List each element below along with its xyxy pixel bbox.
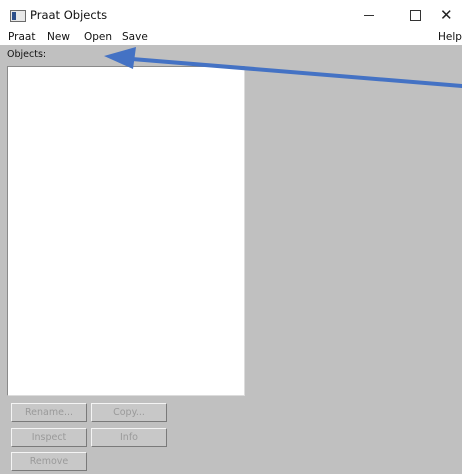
arrow-head: [104, 47, 136, 69]
annotation-arrow: [104, 47, 462, 88]
arrow-shaft: [130, 57, 462, 88]
